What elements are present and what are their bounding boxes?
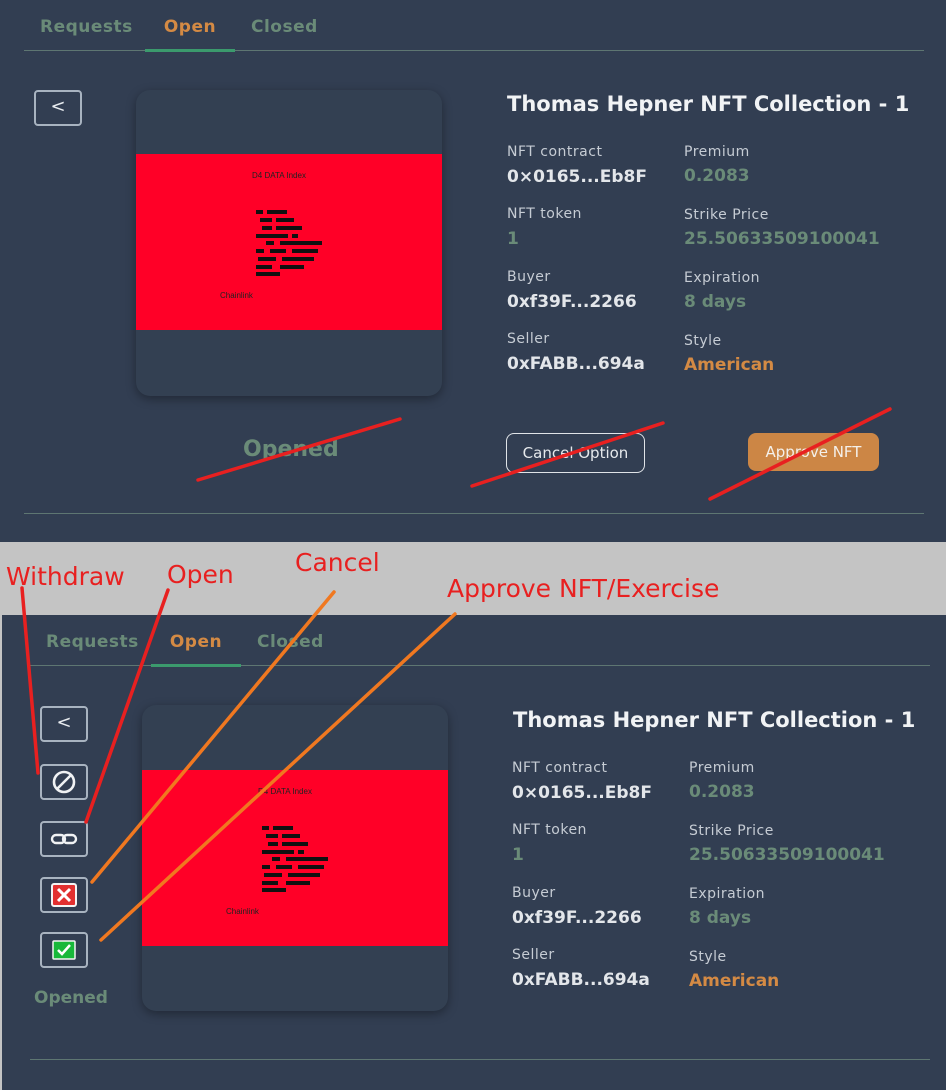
style-label: Style <box>684 333 722 349</box>
status-text: Opened <box>34 988 108 1008</box>
seller-label: Seller <box>507 331 550 347</box>
buyer-value: 0xf39F...2266 <box>507 292 637 312</box>
style-value: American <box>684 355 775 375</box>
cancel-annotation: Cancel <box>295 548 380 577</box>
bottom-divider <box>30 1059 930 1060</box>
buyer-value: 0xf39F...2266 <box>512 908 642 928</box>
nft-image-chainlink-text: Chainlink <box>226 907 259 916</box>
nft-contract-value: 0×0165...Eb8F <box>507 167 647 187</box>
link-icon <box>50 833 78 845</box>
nft-token-label: NFT token <box>512 822 587 838</box>
nft-contract-value: 0×0165...Eb8F <box>512 783 652 803</box>
tab-closed[interactable]: Closed <box>251 14 318 49</box>
collection-title: Thomas Hepner NFT Collection - 1 <box>507 92 910 116</box>
option-detail-panel-original: Requests Open Closed < D4 DATA Index Cha… <box>0 0 946 542</box>
seller-value: 0xFABB...694a <box>512 970 650 990</box>
nft-contract-label: NFT contract <box>507 144 603 160</box>
nft-image: D4 DATA Index Chainlink <box>136 154 442 330</box>
tab-bar: Requests Open Closed <box>24 14 924 52</box>
premium-label: Premium <box>684 144 750 160</box>
strike-price-value: 25.50633509100041 <box>684 229 880 249</box>
expiration-label: Expiration <box>684 270 761 286</box>
tab-open[interactable]: Open <box>151 629 241 667</box>
premium-value: 0.2083 <box>689 782 755 802</box>
close-icon <box>51 883 77 907</box>
nft-image-chainlink-text: Chainlink <box>220 291 253 300</box>
style-value: American <box>689 971 780 991</box>
back-button[interactable]: < <box>40 706 88 742</box>
nft-token-value: 1 <box>512 845 524 865</box>
premium-value: 0.2083 <box>684 166 750 186</box>
buyer-label: Buyer <box>512 885 556 901</box>
nft-token-label: NFT token <box>507 206 582 222</box>
nft-image-index-text: D4 DATA Index <box>252 171 306 180</box>
strike-price-value: 25.50633509100041 <box>689 845 885 865</box>
nft-token-value: 1 <box>507 229 519 249</box>
back-button[interactable]: < <box>34 90 82 126</box>
seller-value: 0xFABB...694a <box>507 354 645 374</box>
tab-requests[interactable]: Requests <box>40 14 133 49</box>
option-detail-panel-redesign: Requests Open Closed < Opened D4 DATA In <box>2 615 946 1090</box>
collection-title: Thomas Hepner NFT Collection - 1 <box>513 708 916 732</box>
strike-price-label: Strike Price <box>684 207 769 223</box>
open-annotation: Open <box>167 560 234 589</box>
nft-card: D4 DATA Index Chainlink <box>142 705 448 1011</box>
strike-price-label: Strike Price <box>689 823 774 839</box>
tab-requests[interactable]: Requests <box>46 629 139 664</box>
expiration-value: 8 days <box>689 908 752 928</box>
seller-label: Seller <box>512 947 555 963</box>
tab-bar: Requests Open Closed <box>30 629 930 667</box>
cancel-button[interactable] <box>40 877 88 913</box>
withdraw-button[interactable] <box>40 764 88 800</box>
withdraw-annotation: Withdraw <box>6 562 125 591</box>
open-button[interactable] <box>40 821 88 857</box>
bottom-divider <box>24 513 924 514</box>
style-label: Style <box>689 949 727 965</box>
approve-exercise-button[interactable] <box>40 932 88 968</box>
nft-contract-label: NFT contract <box>512 760 608 776</box>
tab-closed[interactable]: Closed <box>257 629 324 664</box>
buyer-label: Buyer <box>507 269 551 285</box>
nft-image-index-text: D4 DATA Index <box>258 787 312 796</box>
nft-image: D4 DATA Index Chainlink <box>142 770 448 946</box>
premium-label: Premium <box>689 760 755 776</box>
approve-nft-button[interactable]: Approve NFT <box>748 433 879 471</box>
check-icon <box>52 940 76 960</box>
nft-card: D4 DATA Index Chainlink <box>136 90 442 396</box>
tab-open[interactable]: Open <box>145 14 235 52</box>
cancel-option-button[interactable]: Cancel Option <box>506 433 645 473</box>
expiration-label: Expiration <box>689 886 766 902</box>
approve-annotation: Approve NFT/Exercise <box>447 574 720 603</box>
expiration-value: 8 days <box>684 292 747 312</box>
ban-icon <box>52 770 76 794</box>
status-text: Opened <box>243 437 339 462</box>
